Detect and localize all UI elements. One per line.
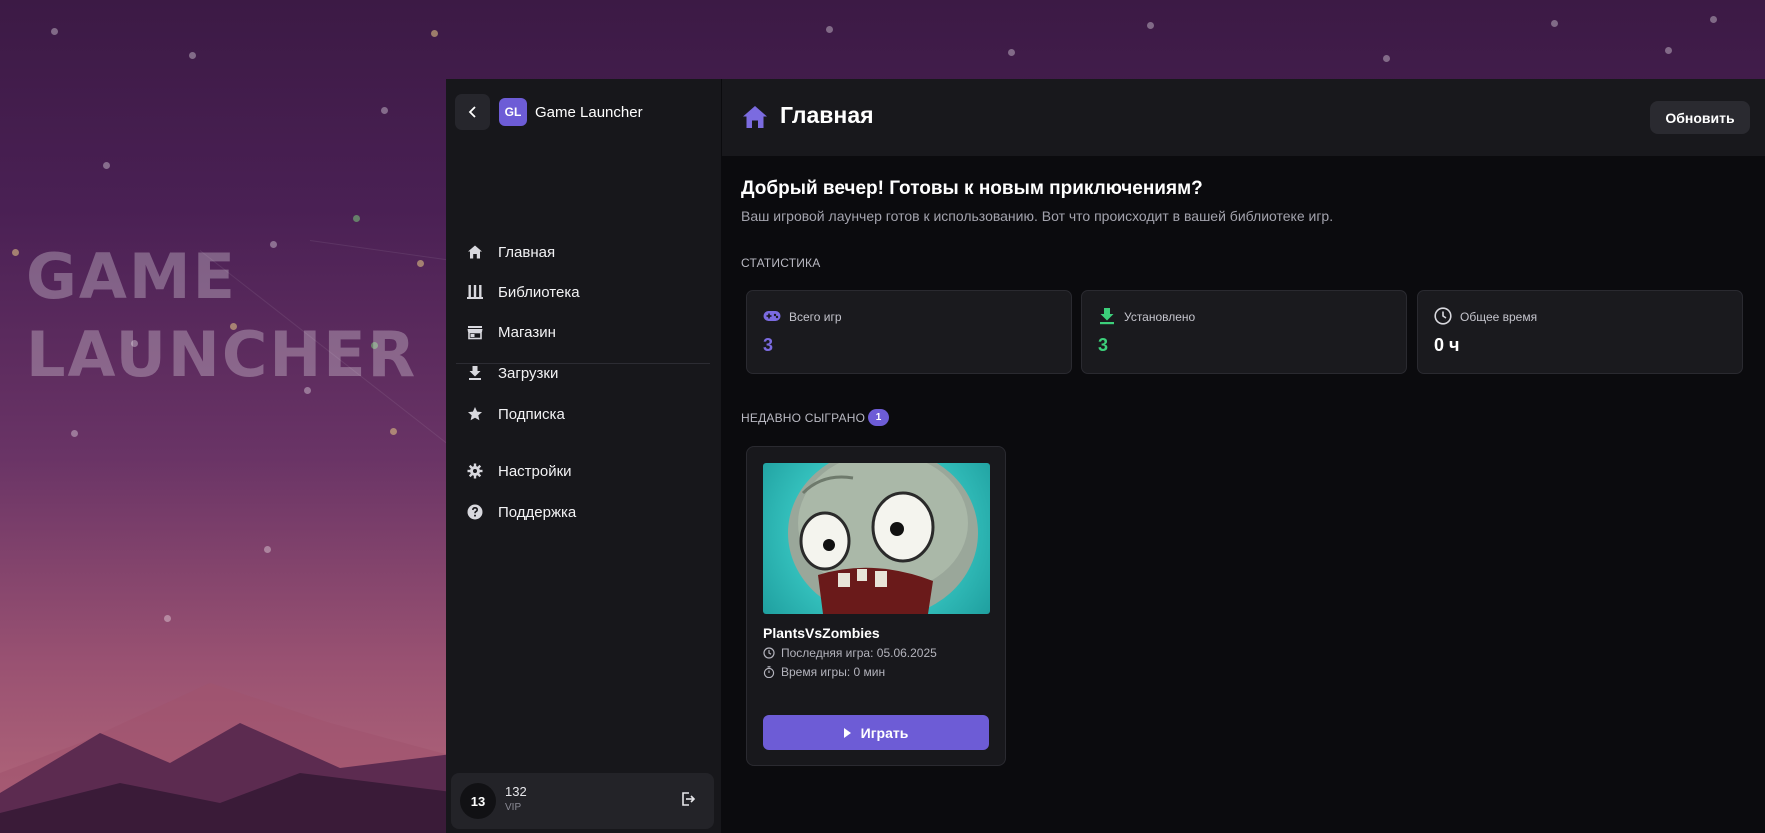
- sidebar-item-label: Библиотека: [498, 283, 580, 301]
- stat-card-installed: Установлено 3: [1081, 290, 1407, 374]
- sidebar-item-label: Подписка: [498, 405, 565, 423]
- stat-card-total-time: Общее время 0 ч: [1417, 290, 1743, 374]
- user-role: VIP: [505, 802, 522, 813]
- home-icon: [466, 243, 484, 261]
- store-icon: [466, 323, 484, 341]
- sidebar-item-settings[interactable]: Настройки: [466, 456, 706, 486]
- library-icon: [466, 283, 484, 301]
- logout-button[interactable]: [680, 791, 700, 811]
- sidebar-item-label: Настройки: [498, 462, 572, 480]
- page-title: Главная: [780, 102, 874, 128]
- play-button[interactable]: Играть: [763, 715, 989, 750]
- recent-section-label: Недавно сыграно: [741, 411, 866, 425]
- clock-icon: [763, 647, 775, 659]
- sidebar-item-label: Главная: [498, 243, 556, 261]
- sidebar-item-support[interactable]: Поддержка: [466, 497, 706, 527]
- sidebar: GL Game Launcher Главная Библиотека Мага…: [446, 79, 721, 833]
- sidebar-item-label: Поддержка: [498, 503, 577, 521]
- sidebar-divider: [456, 363, 710, 364]
- launcher-window: GL Game Launcher Главная Библиотека Мага…: [446, 79, 1765, 833]
- recent-count-badge: 1: [868, 409, 889, 426]
- game-last-played: Последняя игра: 05.06.2025: [763, 646, 937, 660]
- user-profile-card: 13 132 VIP: [451, 773, 714, 829]
- play-button-label: Играть: [860, 724, 909, 741]
- background-brand-text: GAME LAUNCHER: [26, 240, 418, 391]
- stat-label: Общее время: [1460, 310, 1538, 324]
- stat-label: Всего игр: [789, 310, 842, 324]
- chevron-left-icon: [468, 106, 476, 118]
- greeting-heading: Добрый вечер! Готовы к новым приключения…: [741, 178, 1203, 199]
- help-icon: [466, 503, 484, 521]
- star-icon: [466, 405, 484, 423]
- gamepad-icon: [763, 311, 781, 321]
- mountains-illustration: [0, 683, 460, 833]
- download-icon: [1100, 308, 1114, 325]
- sidebar-item-label: Загрузки: [498, 364, 559, 382]
- app-name: Game Launcher: [535, 103, 643, 121]
- stat-value: 3: [1098, 335, 1109, 355]
- game-title: PlantsVsZombies: [763, 625, 880, 641]
- sidebar-item-label: Магазин: [498, 323, 556, 341]
- game-cover-image: [763, 463, 990, 614]
- last-played-text: Последняя игра: 05.06.2025: [781, 646, 937, 660]
- timer-icon: [763, 666, 775, 678]
- stat-card-total-games: Всего игр 3: [746, 290, 1072, 374]
- stat-label: Установлено: [1124, 310, 1196, 324]
- gear-icon: [466, 462, 484, 480]
- stat-value: 3: [763, 335, 774, 355]
- sidebar-item-store[interactable]: Магазин: [466, 317, 706, 347]
- play-time-text: Время игры: 0 мин: [781, 665, 886, 679]
- download-icon: [466, 364, 484, 382]
- logout-icon: [682, 792, 696, 806]
- game-play-time: Время игры: 0 мин: [763, 665, 885, 679]
- stats-section-label: Статистика: [741, 256, 821, 270]
- stat-value: 0 ч: [1434, 335, 1460, 355]
- avatar[interactable]: 13: [460, 783, 496, 819]
- sidebar-item-library[interactable]: Библиотека: [466, 277, 706, 307]
- app-logo: GL: [499, 98, 527, 126]
- home-icon: [743, 106, 767, 128]
- collapse-sidebar-button[interactable]: [455, 94, 490, 130]
- clock-icon: [1434, 307, 1452, 325]
- sidebar-header: GL Game Launcher: [455, 94, 643, 130]
- greeting-subtitle: Ваш игровой лаунчер готов к использовани…: [741, 208, 1334, 224]
- play-icon: [843, 727, 851, 738]
- sidebar-item-home[interactable]: Главная: [466, 237, 706, 267]
- sidebar-item-subscription[interactable]: Подписка: [466, 399, 706, 429]
- top-bar: Главная Обновить: [722, 79, 1765, 156]
- main-content: Главная Обновить Добрый вечер! Готовы к …: [722, 79, 1765, 833]
- game-card[interactable]: PlantsVsZombies Последняя игра: 05.06.20…: [746, 446, 1006, 766]
- user-name: 132: [505, 784, 527, 799]
- refresh-button[interactable]: Обновить: [1650, 101, 1750, 134]
